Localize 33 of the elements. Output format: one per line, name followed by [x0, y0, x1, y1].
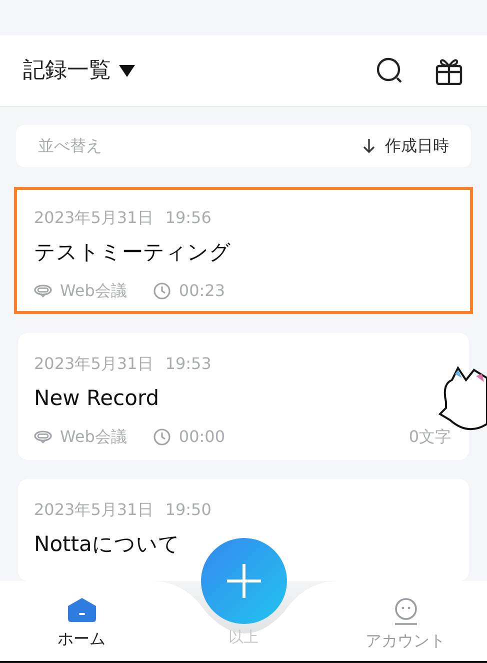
home-icon [66, 597, 96, 623]
arrow-down-icon [363, 138, 375, 154]
record-duration: 00:00 [178, 426, 225, 448]
record-card[interactable]: 2023年5月31日 19:56 テストミーティング Web会議 00:23 [14, 187, 473, 314]
record-date: 2023年5月31日 [34, 499, 154, 521]
record-card[interactable]: 2023年5月31日 19:53 New Record Web会議 00:00 0文字 [18, 333, 469, 460]
gift-button[interactable] [434, 56, 464, 84]
record-title: テストミーティング [34, 239, 232, 266]
search-button[interactable] [376, 56, 404, 84]
record-source: Web会議 [60, 426, 127, 448]
record-time: 19:50 [165, 499, 212, 521]
sort-value: 作成日時 [385, 135, 449, 157]
link-icon [34, 430, 52, 444]
record-date: 2023年5月31日 [34, 207, 154, 229]
record-time: 19:56 [165, 207, 212, 229]
nav-label: 以上 [228, 627, 258, 648]
record-duration: 00:23 [178, 280, 225, 302]
clock-icon [152, 282, 171, 300]
caret-icon [119, 64, 135, 76]
record-title: New Record [34, 385, 160, 412]
record-source: Web会議 [60, 280, 127, 302]
plus-icon [226, 564, 260, 598]
record-card[interactable]: 2023年5月31日 19:50 Nottaについて [18, 479, 469, 581]
record-time: 19:53 [165, 353, 212, 375]
link-icon [34, 284, 52, 298]
sort-bar[interactable]: 並べ替え 作成日時 [16, 125, 471, 167]
record-date: 2023年5月31日 [34, 353, 154, 375]
clock-icon [152, 428, 171, 446]
record-char-count: 0文字 [408, 426, 451, 448]
sort-label: 並べ替え [38, 135, 102, 157]
record-title: Nottaについて [34, 531, 181, 558]
title-dropdown[interactable]: 記録一覧 [23, 54, 135, 87]
nav-tab[interactable]: ホーム [0, 581, 163, 661]
